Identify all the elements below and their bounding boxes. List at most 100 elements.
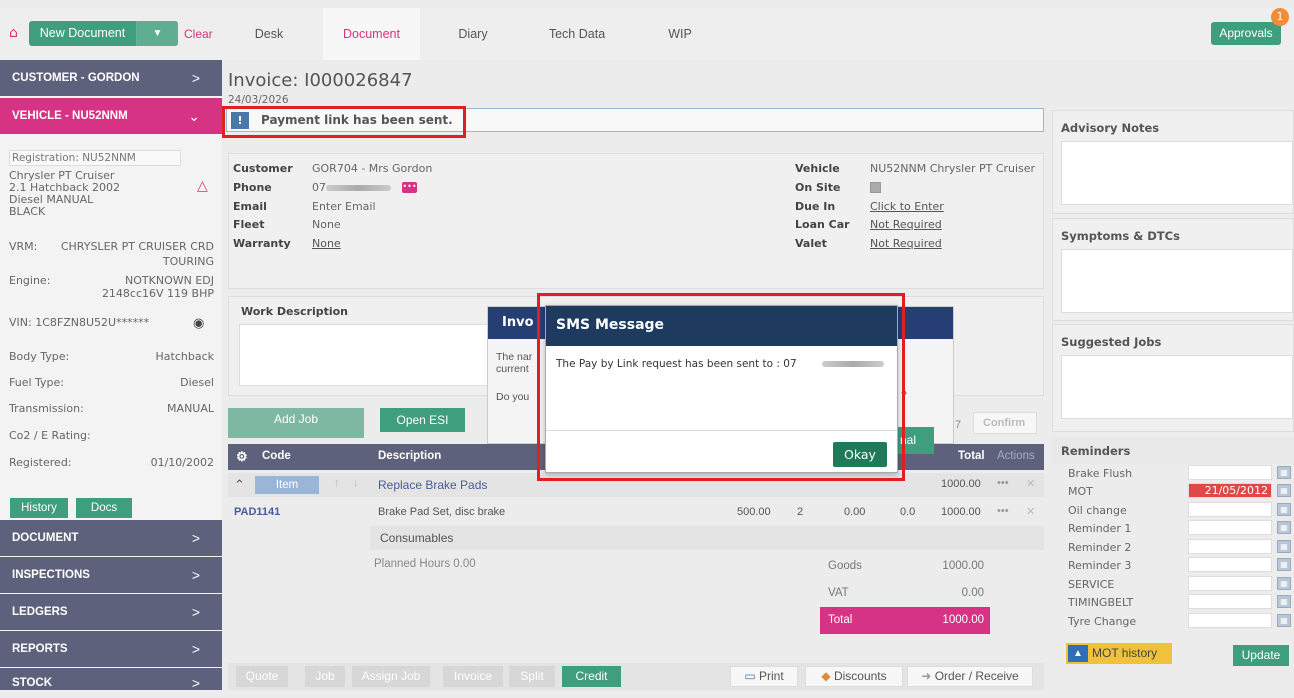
- mot-icon: ▲: [1068, 645, 1088, 662]
- eye-icon[interactable]: ◉: [193, 316, 204, 331]
- advisory-notes-input[interactable]: [1061, 141, 1293, 205]
- reminder-date-input[interactable]: [1188, 613, 1272, 628]
- sidebar-customer-header[interactable]: CUSTOMER - GORDON >: [0, 60, 222, 96]
- symptoms-input[interactable]: [1061, 249, 1293, 313]
- reminder-date-input[interactable]: [1188, 576, 1272, 591]
- confirm-button[interactable]: Confirm: [973, 412, 1037, 434]
- calendar-icon[interactable]: ▦: [1277, 521, 1291, 534]
- sidebar-item-inspections[interactable]: INSPECTIONS >: [0, 557, 222, 593]
- arrow-right-icon: ➜: [921, 669, 932, 683]
- discounts-label: Discounts: [833, 669, 887, 683]
- sidebar-item-document[interactable]: DOCUMENT >: [0, 520, 222, 556]
- warranty-link[interactable]: None: [312, 237, 341, 250]
- tag-icon: ◆: [821, 669, 831, 683]
- arrow-down-icon[interactable]: ↓: [353, 477, 359, 489]
- reminder-date-input[interactable]: [1188, 539, 1272, 554]
- tab-diary[interactable]: Diary: [432, 8, 514, 60]
- calendar-icon[interactable]: ▦: [1277, 503, 1291, 516]
- sidebar-item-ledgers[interactable]: LEDGERS >: [0, 594, 222, 630]
- engine-value: NOTKNOWN EDJ: [125, 274, 214, 287]
- vat-row: VAT 0.00: [820, 580, 990, 607]
- home-icon[interactable]: ⌂: [9, 26, 23, 40]
- new-document-button[interactable]: New Document ▼: [29, 21, 178, 46]
- calendar-icon[interactable]: ▦: [1277, 577, 1291, 590]
- arrow-up-icon[interactable]: ↑: [334, 477, 340, 489]
- credit-button[interactable]: Credit: [562, 666, 621, 687]
- registration-field[interactable]: Registration: NU52NNM: [9, 150, 181, 166]
- more-icon[interactable]: •••: [997, 505, 1009, 517]
- reminder-date-input[interactable]: [1188, 520, 1272, 535]
- update-button[interactable]: Update: [1233, 645, 1289, 666]
- reminder-date-input[interactable]: [1188, 502, 1272, 517]
- vrm-row: VRM: CHRYSLER PT CRUISER CRD TOURING: [9, 240, 214, 268]
- tab-document[interactable]: Document: [323, 8, 420, 60]
- totals: Goods 1000.00 VAT 0.00 Total 1000.00: [820, 553, 990, 634]
- assign-job-button[interactable]: Assign Job: [352, 666, 430, 687]
- part-total: 1000.00: [941, 506, 981, 518]
- chevron-down-icon[interactable]: ▼: [137, 21, 178, 46]
- calendar-icon[interactable]: ▦: [1277, 466, 1291, 479]
- reminder-label: MOT: [1068, 485, 1093, 498]
- fuel-type-row: Fuel Type: Diesel: [9, 376, 214, 389]
- calendar-icon[interactable]: ▦: [1277, 614, 1291, 627]
- history-button[interactable]: History: [10, 498, 68, 518]
- close-icon[interactable]: ✕: [1026, 477, 1035, 490]
- onsite-checkbox[interactable]: [870, 182, 881, 193]
- approvals-button[interactable]: Approvals: [1211, 22, 1281, 45]
- tab-wip[interactable]: WIP: [652, 8, 708, 60]
- tab-tech-data[interactable]: Tech Data: [534, 8, 620, 60]
- reminder-label: TIMINGBELT: [1068, 596, 1134, 609]
- new-document-label[interactable]: New Document: [29, 21, 137, 46]
- warranty-label: Warranty: [233, 237, 291, 250]
- calendar-icon[interactable]: ▦: [1277, 558, 1291, 571]
- clear-link[interactable]: Clear: [184, 27, 213, 41]
- suggested-jobs-title: Suggested Jobs: [1061, 335, 1162, 349]
- mot-date-input[interactable]: 21/05/2012: [1188, 483, 1272, 498]
- open-esi-button[interactable]: Open ESI: [380, 408, 465, 432]
- docs-button[interactable]: Docs: [76, 498, 132, 518]
- sidebar-item-reports[interactable]: REPORTS >: [0, 631, 222, 667]
- gear-icon[interactable]: ⚙: [236, 449, 248, 465]
- sidebar-vehicle-header[interactable]: VEHICLE - NU52NNM ⌄: [0, 98, 222, 134]
- print-button[interactable]: ▭ Print: [730, 666, 798, 687]
- item-button[interactable]: Item: [255, 476, 319, 494]
- quote-button[interactable]: Quote: [236, 666, 288, 687]
- chevron-up-icon[interactable]: ⌃: [234, 477, 245, 493]
- email-field[interactable]: Enter Email: [312, 200, 376, 213]
- job-title[interactable]: Replace Brake Pads: [378, 478, 487, 492]
- part-description[interactable]: Brake Pad Set, disc brake: [378, 506, 505, 518]
- order-receive-button[interactable]: ➜ Order / Receive: [907, 666, 1033, 687]
- add-job-button[interactable]: Add Job: [228, 408, 364, 438]
- discounts-button[interactable]: ◆ Discounts: [805, 666, 903, 687]
- loancar-link[interactable]: Not Required: [870, 218, 942, 231]
- engine-label: Engine:: [9, 274, 51, 287]
- part-code[interactable]: PAD1141: [234, 506, 280, 518]
- more-icon[interactable]: •••: [997, 477, 1009, 489]
- valet-link[interactable]: Not Required: [870, 237, 942, 250]
- reminders-header: Reminders: [1052, 438, 1294, 464]
- customer-value[interactable]: GOR704 - Mrs Gordon: [312, 162, 432, 175]
- sms-icon[interactable]: •••: [402, 182, 417, 193]
- suggested-jobs-input[interactable]: [1061, 355, 1293, 419]
- invoice-button[interactable]: Invoice: [443, 666, 503, 687]
- close-icon[interactable]: ✕: [1026, 505, 1035, 518]
- duein-label: Due In: [795, 200, 836, 213]
- duein-link[interactable]: Click to Enter: [870, 200, 944, 213]
- phone-value[interactable]: 07: [312, 181, 326, 194]
- engine-row: Engine: NOTKNOWN EDJ 2148cc16V 119 BHP: [9, 274, 214, 300]
- job-button[interactable]: Job: [305, 666, 345, 687]
- consumables-row: Consumables: [370, 526, 1044, 550]
- reminder-date-input[interactable]: [1188, 557, 1272, 572]
- sidebar-item-stock[interactable]: STOCK >: [0, 668, 222, 691]
- calendar-icon[interactable]: ▦: [1277, 484, 1291, 497]
- calendar-icon[interactable]: ▦: [1277, 540, 1291, 553]
- tab-desk[interactable]: Desk: [228, 8, 310, 60]
- registered-row: Registered: 01/10/2002: [9, 456, 214, 469]
- split-button[interactable]: Split: [509, 666, 555, 687]
- calendar-icon[interactable]: ▦: [1277, 595, 1291, 608]
- reminder-date-input[interactable]: [1188, 594, 1272, 609]
- reminder-date-input[interactable]: [1188, 465, 1272, 480]
- work-description-input[interactable]: [239, 324, 489, 386]
- warning-icon[interactable]: △: [197, 178, 208, 194]
- mot-history-button[interactable]: ▲ MOT history: [1066, 643, 1172, 664]
